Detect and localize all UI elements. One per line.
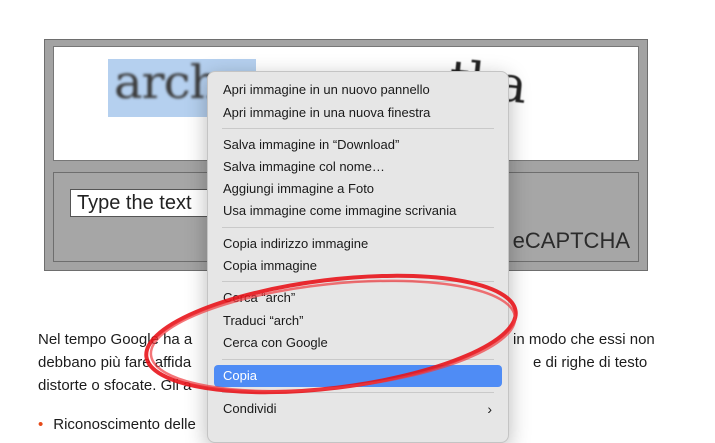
paragraph-line-1-right: in modo che essi non [513,331,655,348]
chevron-right-icon: › [487,401,492,417]
bullet-dot-icon: • [38,416,44,433]
menu-item-save-image-downloads[interactable]: Salva immagine in “Download” [214,134,502,156]
list-item: • Riconoscimento delle [38,416,196,433]
menu-item-open-image-new-tab[interactable]: Apri immagine in un nuovo pannello [214,79,502,101]
menu-item-add-to-photos[interactable]: Aggiungi immagine a Foto [214,178,502,200]
menu-separator [222,392,494,393]
paragraph-line-1: Nel tempo Google ha a [38,331,193,348]
menu-item-copy-image[interactable]: Copia immagine [214,255,502,277]
menu-separator [222,359,494,360]
menu-separator [222,128,494,129]
menu-separator [222,281,494,282]
captcha-word-1: arch [114,56,220,110]
context-menu: Apri immagine in un nuovo pannello Apri … [207,71,509,443]
menu-item-save-image-as[interactable]: Salva immagine col nome… [214,156,502,178]
menu-item-translate-selection[interactable]: Traduci “arch” [214,310,502,332]
menu-item-search-with-google[interactable]: Cerca con Google [214,332,502,354]
menu-item-share-label: Condividi [223,401,277,416]
menu-item-use-as-desktop-picture[interactable]: Usa immagine come immagine scrivania [214,200,502,222]
paragraph-line-2: debbano più fare affida [38,354,192,371]
list-item-text: Riconoscimento delle [53,416,196,433]
paragraph-line-3: distorte o sfocate. Gli a [38,377,192,394]
menu-item-share[interactable]: Condividi › [214,398,502,420]
menu-item-open-image-new-window[interactable]: Apri immagine in una nuova finestra [214,102,502,124]
paragraph-line-2-right: e di righe di testo [533,354,648,371]
menu-separator [222,227,494,228]
menu-item-copy-image-address[interactable]: Copia indirizzo immagine [214,233,502,255]
menu-item-search-selection[interactable]: Cerca “arch” [214,287,502,309]
menu-item-copy[interactable]: Copia [214,365,502,387]
recaptcha-brand: eCAPTCHA [512,228,630,253]
